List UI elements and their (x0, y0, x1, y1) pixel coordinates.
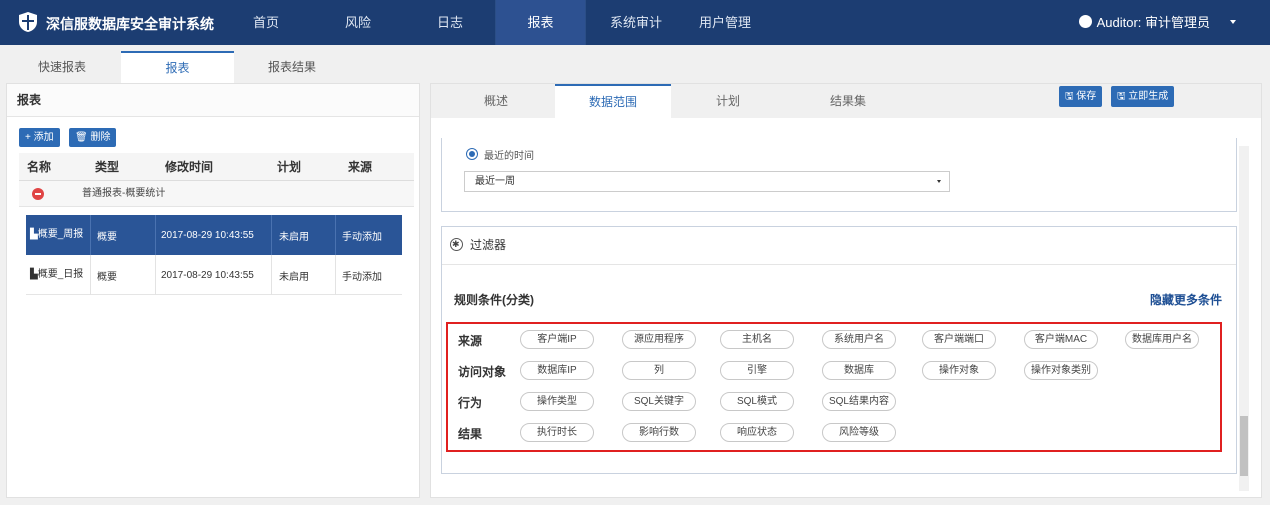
time-range-value: 最近一周 (475, 176, 515, 187)
nav-user-management[interactable]: 用户管理 (690, 0, 760, 45)
table-group-row[interactable]: 普通报表-概要统计 (19, 181, 414, 207)
tab-plan[interactable]: 计划 (703, 84, 753, 118)
chip-column[interactable]: 列 (622, 361, 696, 380)
col-plan[interactable]: 计划 (277, 153, 301, 181)
user-icon (1078, 15, 1092, 28)
chip-sql-result-content[interactable]: SQL结果内容 (822, 392, 896, 411)
col-type[interactable]: 类型 (95, 153, 119, 181)
chip-response-status[interactable]: 响应状态 (720, 423, 794, 442)
col-source[interactable]: 来源 (348, 153, 372, 181)
rule-condition-title: 规则条件(分类) (454, 293, 534, 307)
filter-icon (450, 226, 463, 262)
tab-overview[interactable]: 概述 (471, 84, 521, 118)
vertical-scrollbar[interactable] (1239, 146, 1249, 491)
filter-header[interactable]: 过滤器 (442, 226, 1236, 265)
chip-engine[interactable]: 引擎 (720, 361, 794, 380)
chip-operation-object-type[interactable]: 操作对象类别 (1024, 361, 1098, 380)
chip-db-user[interactable]: 数据库用户名 (1125, 330, 1199, 349)
chip-affected-rows[interactable]: 影响行数 (622, 423, 696, 442)
filter-box: 过滤器 规则条件(分类) 隐藏更多条件 来源 客户端IP 源应用程序 主机名 系… (441, 226, 1237, 474)
tab-data-range[interactable]: 数据范围 (555, 84, 671, 118)
table-header: 名称 类型 修改时间 计划 来源 (19, 153, 414, 181)
rule-label-access-object: 访问对象 (458, 365, 507, 379)
add-button[interactable]: + 添加 (19, 128, 60, 147)
scrollbar-thumb[interactable] (1240, 416, 1248, 476)
chip-sql-pattern[interactable]: SQL模式 (720, 392, 794, 411)
nav-home[interactable]: 首页 (240, 0, 292, 45)
group-label: 普通报表-概要统计 (82, 188, 166, 199)
nav-log[interactable]: 日志 (424, 0, 476, 45)
filter-title: 过滤器 (470, 238, 507, 252)
rule-condition-highlight: 来源 客户端IP 源应用程序 主机名 系统用户名 客户端端口 客户端MAC 数据… (446, 322, 1222, 452)
row-name: ▙ 概要_周报 (30, 229, 84, 240)
row-type: 概要 (97, 231, 117, 243)
shield-logo-icon (19, 12, 37, 32)
row-plan: 未启用 (279, 271, 309, 283)
chip-system-user[interactable]: 系统用户名 (822, 330, 896, 349)
row-name: ▙ 概要_日报 (30, 269, 84, 280)
row-type: 概要 (97, 271, 117, 283)
tab-quick-report[interactable]: 快速报表 (6, 51, 118, 83)
delete-button[interactable]: 🗑 删除 (69, 128, 117, 147)
row-source: 手动添加 (342, 271, 382, 283)
col-name[interactable]: 名称 (27, 153, 51, 181)
tab-report[interactable]: 报表 (121, 51, 234, 83)
time-range-box: 最近的时间 最近一周 (441, 138, 1237, 212)
rule-label-result: 结果 (458, 427, 483, 441)
detail-tabs: 概述 数据范围 计划 结果集 🖫 保存 🖫 立即生成 (431, 84, 1261, 118)
chip-risk-level[interactable]: 风险等级 (822, 423, 896, 442)
tab-result-set[interactable]: 结果集 (823, 84, 873, 118)
hide-more-conditions-link[interactable]: 隐藏更多条件 (1150, 291, 1222, 308)
chip-client-ip[interactable]: 客户端IP (520, 330, 594, 349)
table-row[interactable]: ▙ 概要_日报 概要 2017-08-29 10:43:55 未启用 手动添加 (26, 255, 402, 295)
user-menu[interactable]: Auditor: 审计管理员 (1078, 12, 1210, 31)
time-range-select[interactable]: 最近一周 (464, 171, 950, 192)
nav-system-audit[interactable]: 系统审计 (595, 0, 677, 45)
row-plan: 未启用 (279, 231, 309, 243)
chip-exec-duration[interactable]: 执行时长 (520, 423, 594, 442)
recent-time-label: 最近的时间 (484, 151, 534, 162)
app-title: 深信服数据库安全审计系统 (46, 16, 214, 32)
collapse-icon[interactable] (32, 188, 44, 200)
col-modified-time[interactable]: 修改时间 (165, 153, 213, 181)
row-time: 2017-08-29 10:43:55 (161, 229, 254, 241)
chevron-down-icon[interactable] (1230, 20, 1236, 24)
file-icon: ▙ (30, 269, 38, 280)
chip-sql-keyword[interactable]: SQL关键字 (622, 392, 696, 411)
chip-client-port[interactable]: 客户端端口 (922, 330, 996, 349)
chip-db-ip[interactable]: 数据库IP (520, 361, 594, 380)
nav-risk[interactable]: 风险 (332, 0, 384, 45)
chip-hostname[interactable]: 主机名 (720, 330, 794, 349)
tab-report-results[interactable]: 报表结果 (234, 51, 350, 83)
generate-now-button[interactable]: 🖫 立即生成 (1111, 86, 1175, 107)
chip-operation-object[interactable]: 操作对象 (922, 361, 996, 380)
nav-report[interactable]: 报表 (496, 0, 585, 45)
chip-database[interactable]: 数据库 (822, 361, 896, 380)
rule-label-behavior: 行为 (458, 396, 483, 410)
file-icon: ▙ (30, 229, 38, 240)
chip-client-mac[interactable]: 客户端MAC (1024, 330, 1098, 349)
nav-divider (585, 0, 586, 45)
chip-operation-type[interactable]: 操作类型 (520, 392, 594, 411)
panel-title: 报表 (7, 84, 419, 117)
report-detail-panel: 概述 数据范围 计划 结果集 🖫 保存 🖫 立即生成 最近的时间 最近一周 过滤… (430, 83, 1262, 498)
chevron-down-icon (937, 180, 941, 183)
user-name: Auditor: 审计管理员 (1096, 15, 1210, 30)
report-list-panel: 报表 + 添加 🗑 删除 名称 类型 修改时间 计划 来源 普通报表-概要统计 … (6, 83, 420, 498)
rule-label-source: 来源 (458, 334, 483, 348)
chip-source-app[interactable]: 源应用程序 (622, 330, 696, 349)
row-time: 2017-08-29 10:43:55 (161, 269, 254, 281)
table-row[interactable]: ▙ 概要_周报 概要 2017-08-29 10:43:55 未启用 手动添加 (26, 215, 402, 255)
save-button[interactable]: 🖫 保存 (1059, 86, 1103, 107)
recent-time-radio[interactable] (466, 148, 478, 160)
top-bar: 深信服数据库安全审计系统 首页 风险 日志 报表 系统审计 用户管理 Audit… (0, 0, 1270, 45)
row-source: 手动添加 (342, 231, 382, 243)
